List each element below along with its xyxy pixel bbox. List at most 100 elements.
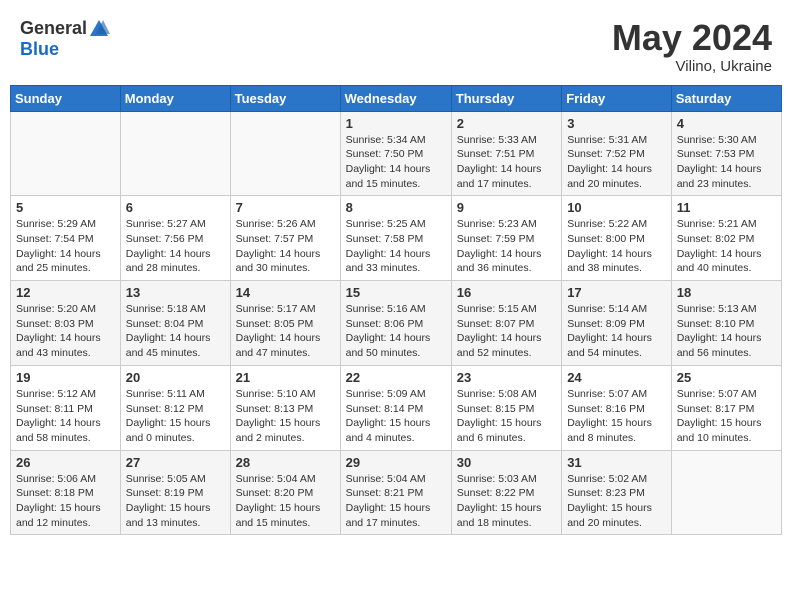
day-number: 5 bbox=[16, 200, 115, 215]
day-info: Sunrise: 5:16 AM Sunset: 8:06 PM Dayligh… bbox=[346, 302, 446, 361]
day-info: Sunrise: 5:09 AM Sunset: 8:14 PM Dayligh… bbox=[346, 387, 446, 446]
calendar-day-cell: 18 Sunrise: 5:13 AM Sunset: 8:10 PM Dayli… bbox=[671, 281, 781, 366]
calendar-day-cell: 22Sunrise: 5:09 AM Sunset: 8:14 PM Dayli… bbox=[340, 365, 451, 450]
day-info: Sunrise: 5:18 AM Sunset: 8:04 PM Dayligh… bbox=[126, 302, 225, 361]
day-info: Sunrise: 5:26 AM Sunset: 7:57 PM Dayligh… bbox=[236, 217, 335, 276]
calendar-day-cell: 20 Sunrise: 5:11 AM Sunset: 8:12 PM Dayli… bbox=[120, 365, 230, 450]
calendar-day-cell: 4Sunrise: 5:30 AM Sunset: 7:53 PM Daylig… bbox=[671, 111, 781, 196]
location-subtitle: Vilino, Ukraine bbox=[612, 58, 772, 75]
day-info: Sunrise: 5:07 AM Sunset: 8:16 PM Dayligh… bbox=[567, 387, 666, 446]
day-info: Sunrise: 5:21 AM Sunset: 8:02 PM Dayligh… bbox=[677, 217, 776, 276]
weekday-header: Tuesday bbox=[230, 85, 340, 111]
calendar-day-cell bbox=[11, 111, 121, 196]
day-info: Sunrise: 5:17 AM Sunset: 8:05 PM Dayligh… bbox=[236, 302, 335, 361]
day-number: 24 bbox=[567, 370, 666, 385]
day-info: Sunrise: 5:22 AM Sunset: 8:00 PM Dayligh… bbox=[567, 217, 666, 276]
day-info: Sunrise: 5:14 AM Sunset: 8:09 PM Dayligh… bbox=[567, 302, 666, 361]
calendar-day-cell: 25Sunrise: 5:07 AM Sunset: 8:17 PM Dayli… bbox=[671, 365, 781, 450]
day-info: Sunrise: 5:30 AM Sunset: 7:53 PM Dayligh… bbox=[677, 133, 776, 192]
day-number: 27 bbox=[126, 455, 225, 470]
weekday-header: Sunday bbox=[11, 85, 121, 111]
calendar-day-cell bbox=[671, 450, 781, 535]
calendar-day-cell: 15 Sunrise: 5:16 AM Sunset: 8:06 PM Dayli… bbox=[340, 281, 451, 366]
title-block: May 2024 Vilino, Ukraine bbox=[612, 18, 772, 75]
calendar-day-cell: 7 Sunrise: 5:26 AM Sunset: 7:57 PM Daylig… bbox=[230, 196, 340, 281]
calendar-day-cell: 11 Sunrise: 5:21 AM Sunset: 8:02 PM Dayli… bbox=[671, 196, 781, 281]
calendar-week-row: 12 Sunrise: 5:20 AM Sunset: 8:03 PM Dayli… bbox=[11, 281, 782, 366]
day-info: Sunrise: 5:25 AM Sunset: 7:58 PM Dayligh… bbox=[346, 217, 446, 276]
day-number: 31 bbox=[567, 455, 666, 470]
day-number: 10 bbox=[567, 200, 666, 215]
calendar-table: SundayMondayTuesdayWednesdayThursdayFrid… bbox=[10, 85, 782, 536]
calendar-day-cell: 27 Sunrise: 5:05 AM Sunset: 8:19 PM Dayli… bbox=[120, 450, 230, 535]
day-number: 11 bbox=[677, 200, 776, 215]
calendar-week-row: 5 Sunrise: 5:29 AM Sunset: 7:54 PM Daylig… bbox=[11, 196, 782, 281]
day-number: 14 bbox=[236, 285, 335, 300]
day-number: 18 bbox=[677, 285, 776, 300]
calendar-day-cell: 21 Sunrise: 5:10 AM Sunset: 8:13 PM Dayli… bbox=[230, 365, 340, 450]
day-number: 13 bbox=[126, 285, 225, 300]
day-info: Sunrise: 5:15 AM Sunset: 8:07 PM Dayligh… bbox=[457, 302, 556, 361]
calendar-day-cell: 9 Sunrise: 5:23 AM Sunset: 7:59 PM Daylig… bbox=[451, 196, 561, 281]
calendar-day-cell: 30 Sunrise: 5:03 AM Sunset: 8:22 PM Dayli… bbox=[451, 450, 561, 535]
logo: General Blue bbox=[20, 18, 110, 60]
day-number: 12 bbox=[16, 285, 115, 300]
day-number: 29 bbox=[346, 455, 446, 470]
day-number: 8 bbox=[346, 200, 446, 215]
logo-icon bbox=[88, 18, 110, 40]
calendar-day-cell: 29Sunrise: 5:04 AM Sunset: 8:21 PM Dayli… bbox=[340, 450, 451, 535]
calendar-day-cell: 13 Sunrise: 5:18 AM Sunset: 8:04 PM Dayli… bbox=[120, 281, 230, 366]
calendar-day-cell: 6 Sunrise: 5:27 AM Sunset: 7:56 PM Daylig… bbox=[120, 196, 230, 281]
day-number: 7 bbox=[236, 200, 335, 215]
calendar-day-cell: 3Sunrise: 5:31 AM Sunset: 7:52 PM Daylig… bbox=[562, 111, 672, 196]
day-number: 9 bbox=[457, 200, 556, 215]
day-number: 30 bbox=[457, 455, 556, 470]
calendar-day-cell bbox=[120, 111, 230, 196]
day-number: 6 bbox=[126, 200, 225, 215]
weekday-header: Friday bbox=[562, 85, 672, 111]
day-info: Sunrise: 5:33 AM Sunset: 7:51 PM Dayligh… bbox=[457, 133, 556, 192]
calendar-day-cell: 24 Sunrise: 5:07 AM Sunset: 8:16 PM Dayli… bbox=[562, 365, 672, 450]
day-info: Sunrise: 5:08 AM Sunset: 8:15 PM Dayligh… bbox=[457, 387, 556, 446]
day-number: 15 bbox=[346, 285, 446, 300]
day-number: 25 bbox=[677, 370, 776, 385]
day-info: Sunrise: 5:29 AM Sunset: 7:54 PM Dayligh… bbox=[16, 217, 115, 276]
calendar-week-row: 26Sunrise: 5:06 AM Sunset: 8:18 PM Dayli… bbox=[11, 450, 782, 535]
day-number: 26 bbox=[16, 455, 115, 470]
calendar-week-row: 1 Sunrise: 5:34 AM Sunset: 7:50 PM Daylig… bbox=[11, 111, 782, 196]
day-info: Sunrise: 5:23 AM Sunset: 7:59 PM Dayligh… bbox=[457, 217, 556, 276]
day-number: 19 bbox=[16, 370, 115, 385]
calendar-day-cell: 16Sunrise: 5:15 AM Sunset: 8:07 PM Dayli… bbox=[451, 281, 561, 366]
page-header: General Blue May 2024 Vilino, Ukraine bbox=[10, 10, 782, 79]
day-info: Sunrise: 5:12 AM Sunset: 8:11 PM Dayligh… bbox=[16, 387, 115, 446]
day-info: Sunrise: 5:34 AM Sunset: 7:50 PM Dayligh… bbox=[346, 133, 446, 192]
day-info: Sunrise: 5:05 AM Sunset: 8:19 PM Dayligh… bbox=[126, 472, 225, 531]
day-info: Sunrise: 5:20 AM Sunset: 8:03 PM Dayligh… bbox=[16, 302, 115, 361]
weekday-header: Wednesday bbox=[340, 85, 451, 111]
day-info: Sunrise: 5:31 AM Sunset: 7:52 PM Dayligh… bbox=[567, 133, 666, 192]
calendar-day-cell: 12 Sunrise: 5:20 AM Sunset: 8:03 PM Dayli… bbox=[11, 281, 121, 366]
day-info: Sunrise: 5:03 AM Sunset: 8:22 PM Dayligh… bbox=[457, 472, 556, 531]
calendar-day-cell: 14 Sunrise: 5:17 AM Sunset: 8:05 PM Dayli… bbox=[230, 281, 340, 366]
day-number: 21 bbox=[236, 370, 335, 385]
calendar-day-cell: 23Sunrise: 5:08 AM Sunset: 8:15 PM Dayli… bbox=[451, 365, 561, 450]
day-number: 2 bbox=[457, 116, 556, 131]
calendar-day-cell: 17 Sunrise: 5:14 AM Sunset: 8:09 PM Dayli… bbox=[562, 281, 672, 366]
logo-blue: Blue bbox=[20, 40, 59, 60]
weekday-header: Monday bbox=[120, 85, 230, 111]
day-info: Sunrise: 5:13 AM Sunset: 8:10 PM Dayligh… bbox=[677, 302, 776, 361]
logo-general: General bbox=[20, 19, 87, 39]
day-info: Sunrise: 5:27 AM Sunset: 7:56 PM Dayligh… bbox=[126, 217, 225, 276]
day-info: Sunrise: 5:10 AM Sunset: 8:13 PM Dayligh… bbox=[236, 387, 335, 446]
day-number: 17 bbox=[567, 285, 666, 300]
day-info: Sunrise: 5:04 AM Sunset: 8:20 PM Dayligh… bbox=[236, 472, 335, 531]
day-info: Sunrise: 5:02 AM Sunset: 8:23 PM Dayligh… bbox=[567, 472, 666, 531]
day-number: 28 bbox=[236, 455, 335, 470]
day-number: 20 bbox=[126, 370, 225, 385]
calendar-header-row: SundayMondayTuesdayWednesdayThursdayFrid… bbox=[11, 85, 782, 111]
calendar-day-cell bbox=[230, 111, 340, 196]
day-info: Sunrise: 5:11 AM Sunset: 8:12 PM Dayligh… bbox=[126, 387, 225, 446]
month-title: May 2024 bbox=[612, 18, 772, 58]
day-number: 1 bbox=[346, 116, 446, 131]
calendar-day-cell: 2 Sunrise: 5:33 AM Sunset: 7:51 PM Daylig… bbox=[451, 111, 561, 196]
